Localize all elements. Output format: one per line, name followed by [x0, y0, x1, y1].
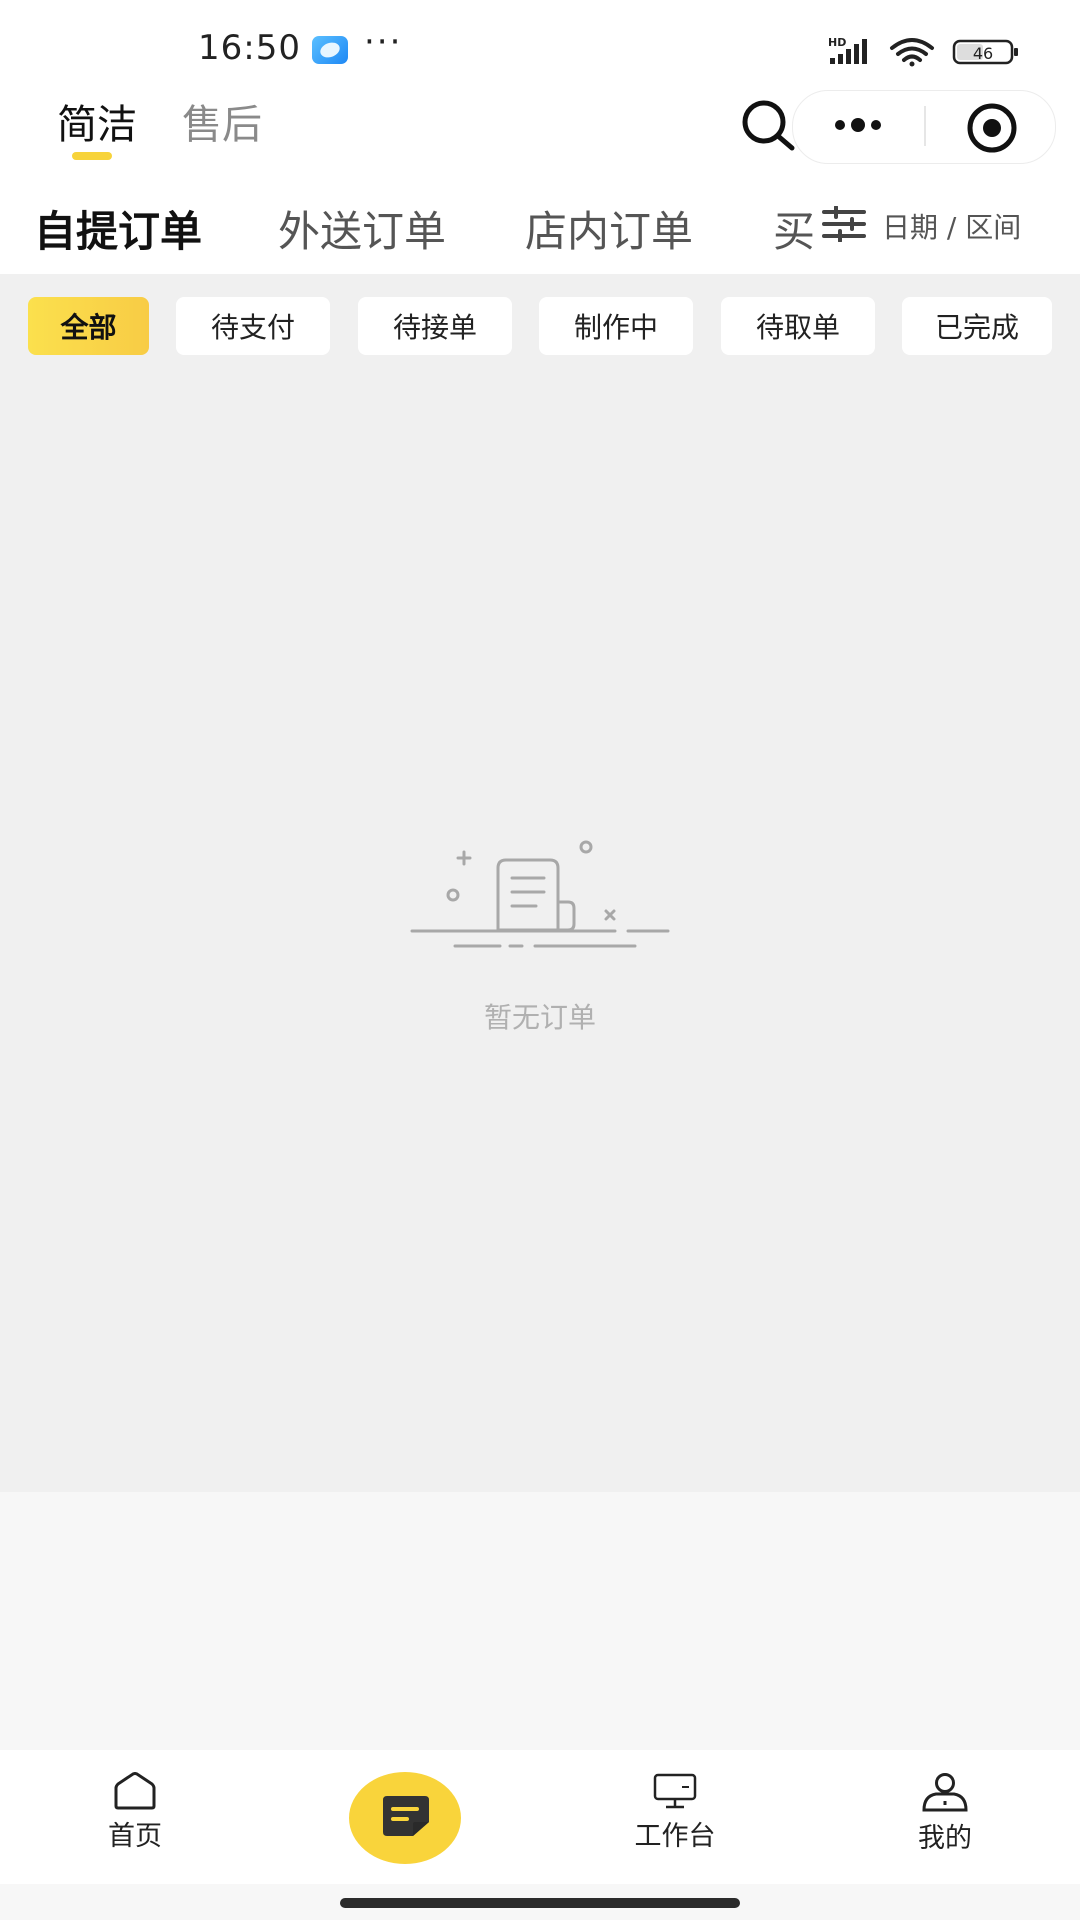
network-label: HD	[828, 36, 846, 49]
status-indicators: HD 46	[828, 36, 1018, 67]
chip-pending-accept[interactable]: 待接单	[358, 297, 512, 355]
order-chat-icon	[383, 1796, 429, 1836]
home-icon	[114, 1772, 156, 1810]
filter-sliders-icon[interactable]	[822, 206, 866, 242]
tab-dine-in-orders[interactable]: 店内订单	[525, 198, 693, 259]
center-order-button[interactable]	[349, 1772, 461, 1864]
chip-pending-pickup[interactable]: 待取单	[721, 297, 875, 355]
nav-home[interactable]: 首页	[60, 1772, 210, 1853]
search-icon[interactable]	[740, 98, 800, 152]
more-dots-icon: ···	[364, 22, 403, 62]
tab-pickup-orders[interactable]: 自提订单	[34, 198, 202, 259]
date-range-filter[interactable]: 日期 / 区间	[882, 206, 1021, 246]
empty-order-illustration	[410, 840, 670, 948]
chip-all[interactable]: 全部	[28, 297, 149, 355]
battery-icon: 46	[952, 39, 1018, 65]
active-tab-underline	[72, 152, 112, 160]
tab-delivery-orders[interactable]: 外送订单	[278, 198, 446, 259]
nav-home-label: 首页	[108, 1821, 162, 1852]
target-icon[interactable]	[964, 100, 1020, 156]
nav-workbench-label: 工作台	[634, 1821, 716, 1852]
nav-mine-label: 我的	[918, 1823, 972, 1854]
nav-workbench[interactable]: 工作台	[600, 1772, 750, 1853]
nav-mine[interactable]: 我的	[870, 1772, 1020, 1855]
content-footer-area	[0, 1492, 1080, 1750]
tab-simple[interactable]: 简洁	[57, 92, 137, 150]
status-time: 16:50	[198, 28, 301, 68]
user-icon	[922, 1773, 968, 1812]
monitor-icon	[653, 1773, 697, 1809]
chip-pending-payment[interactable]: 待支付	[176, 297, 330, 355]
tab-buy-partial[interactable]: 买	[773, 198, 815, 259]
home-indicator[interactable]	[340, 1898, 740, 1908]
app-icon	[312, 36, 348, 64]
tab-after-sales[interactable]: 售后	[182, 92, 262, 150]
capsule-divider	[924, 106, 926, 146]
chip-in-progress[interactable]: 制作中	[539, 297, 693, 355]
wifi-icon	[890, 38, 934, 67]
battery-level: 46	[973, 44, 993, 63]
empty-state-text: 暂无订单	[483, 1001, 596, 1034]
more-icon[interactable]	[830, 100, 890, 150]
chip-completed[interactable]: 已完成	[902, 297, 1052, 355]
